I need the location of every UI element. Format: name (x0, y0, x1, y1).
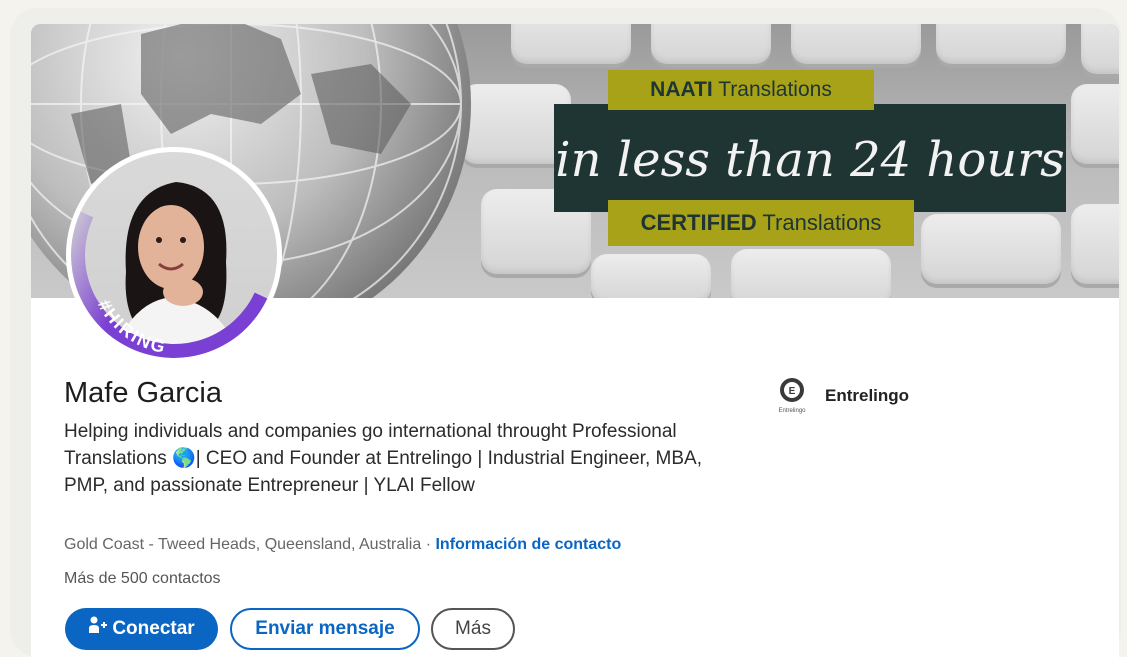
banner-key (936, 24, 1066, 64)
connect-label: Conectar (112, 618, 195, 640)
banner-top-label: NAATI Translations (608, 70, 874, 110)
location-text: Gold Coast - Tweed Heads, Queensland, Au… (64, 536, 422, 553)
company-logo-text: Entrelingo (778, 408, 806, 414)
banner-bottom-label: CERTIFIED Translations (608, 200, 914, 246)
banner-key (921, 214, 1061, 284)
banner-key (1071, 204, 1119, 284)
hiring-frame: #HIRING (71, 211, 268, 358)
connections-count[interactable]: Más de 500 contactos (64, 570, 221, 588)
send-message-button[interactable]: Enviar mensaje (230, 608, 420, 650)
company-logo: E Entrelingo (776, 376, 808, 416)
banner-key (591, 254, 711, 298)
banner-key (731, 249, 891, 298)
profile-card: NAATI Translations in less than 24 hours… (31, 24, 1119, 657)
svg-text:E: E (789, 386, 796, 397)
profile-headline: Helping individuals and companies go int… (64, 421, 702, 496)
profile-location: Gold Coast - Tweed Heads, Queensland, Au… (64, 536, 621, 554)
avatar: #HIRING (71, 152, 277, 358)
connect-button[interactable]: Conectar (65, 608, 218, 650)
banner-tagline: in less than 24 hours (555, 132, 1065, 188)
contact-info-link[interactable]: Información de contacto (435, 536, 621, 553)
banner-key (791, 24, 921, 64)
more-button[interactable]: Más (431, 608, 515, 650)
banner-key (1071, 84, 1119, 164)
add-person-icon (88, 608, 108, 650)
profile-avatar[interactable]: #HIRING (66, 147, 282, 363)
location-separator: · (421, 536, 436, 553)
banner-key (511, 24, 631, 64)
banner-key (1081, 24, 1119, 74)
banner-key (651, 24, 771, 64)
profile-name: Mafe Garcia (64, 377, 222, 409)
company-name: Entrelingo (825, 386, 910, 405)
